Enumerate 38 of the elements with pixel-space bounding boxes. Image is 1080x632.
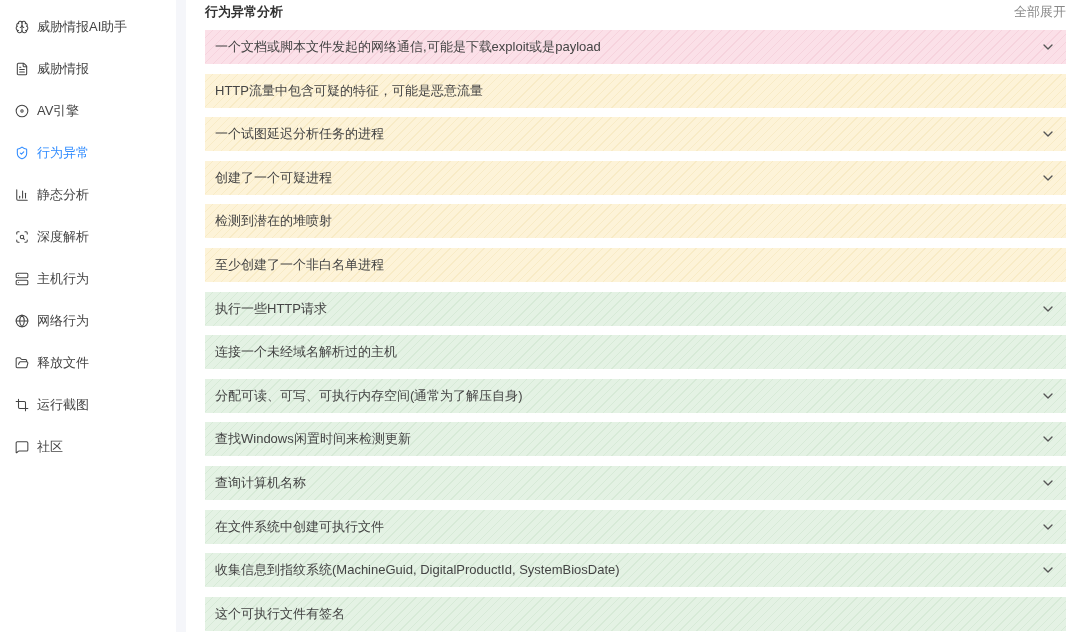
shield-icon: [15, 146, 29, 160]
sidebar-item[interactable]: AV引擎: [0, 90, 176, 132]
sidebar-item[interactable]: 网络行为: [0, 300, 176, 342]
crop-icon: [15, 398, 29, 412]
behavior-row: 至少创建了一个非白名单进程: [205, 247, 1066, 282]
expand-all-link[interactable]: 全部展开: [1014, 3, 1066, 21]
sidebar-item[interactable]: 静态分析: [0, 174, 176, 216]
scan-icon: [15, 230, 29, 244]
chat-icon: [15, 440, 29, 454]
behavior-row: 这个可执行文件有签名: [205, 596, 1066, 631]
document-icon: [15, 62, 29, 76]
sidebar-item[interactable]: 威胁情报AI助手: [0, 6, 176, 48]
behavior-row[interactable]: 一个文档或脚本文件发起的网络通信,可能是下载exploit或是payload: [205, 30, 1066, 64]
behavior-row[interactable]: 创建了一个可疑进程: [205, 160, 1066, 195]
behavior-row[interactable]: 收集信息到指纹系统(MachineGuid, DigitalProductId, SystemBiosDate): [205, 553, 1066, 588]
sidebar-item[interactable]: 主机行为: [0, 258, 176, 300]
behavior-row[interactable]: 查询计算机名称: [205, 465, 1066, 500]
sidebar-item[interactable]: 释放文件: [0, 342, 176, 384]
section-title: 行为异常分析: [205, 3, 283, 21]
behavior-row[interactable]: 查找Windows闲置时间来检测更新: [205, 422, 1066, 457]
globe-icon: [15, 314, 29, 328]
sidebar-item[interactable]: 运行截图: [0, 384, 176, 426]
sidebar-item[interactable]: 行为异常: [0, 132, 176, 174]
server-icon: [15, 272, 29, 286]
target-icon: [15, 104, 29, 118]
chart-icon: [15, 188, 29, 202]
behavior-row: 检测到潜在的堆喷射: [205, 204, 1066, 239]
sidebar-item[interactable]: 社区: [0, 426, 176, 468]
brain-icon: [15, 20, 29, 34]
behavior-row[interactable]: 一个试图延迟分析任务的进程: [205, 117, 1066, 152]
behavior-row[interactable]: 执行一些HTTP请求: [205, 291, 1066, 326]
folder-icon: [15, 356, 29, 370]
behavior-row: HTTP流量中包含可疑的特征，可能是恶意流量: [205, 73, 1066, 108]
behavior-row[interactable]: 在文件系统中创建可执行文件: [205, 509, 1066, 544]
sidebar-item[interactable]: 深度解析: [0, 216, 176, 258]
sidebar-item[interactable]: 威胁情报: [0, 48, 176, 90]
behavior-row: 连接一个未经域名解析过的主机: [205, 335, 1066, 370]
behavior-row[interactable]: 分配可读、可写、可执行内存空间(通常为了解压自身): [205, 378, 1066, 413]
